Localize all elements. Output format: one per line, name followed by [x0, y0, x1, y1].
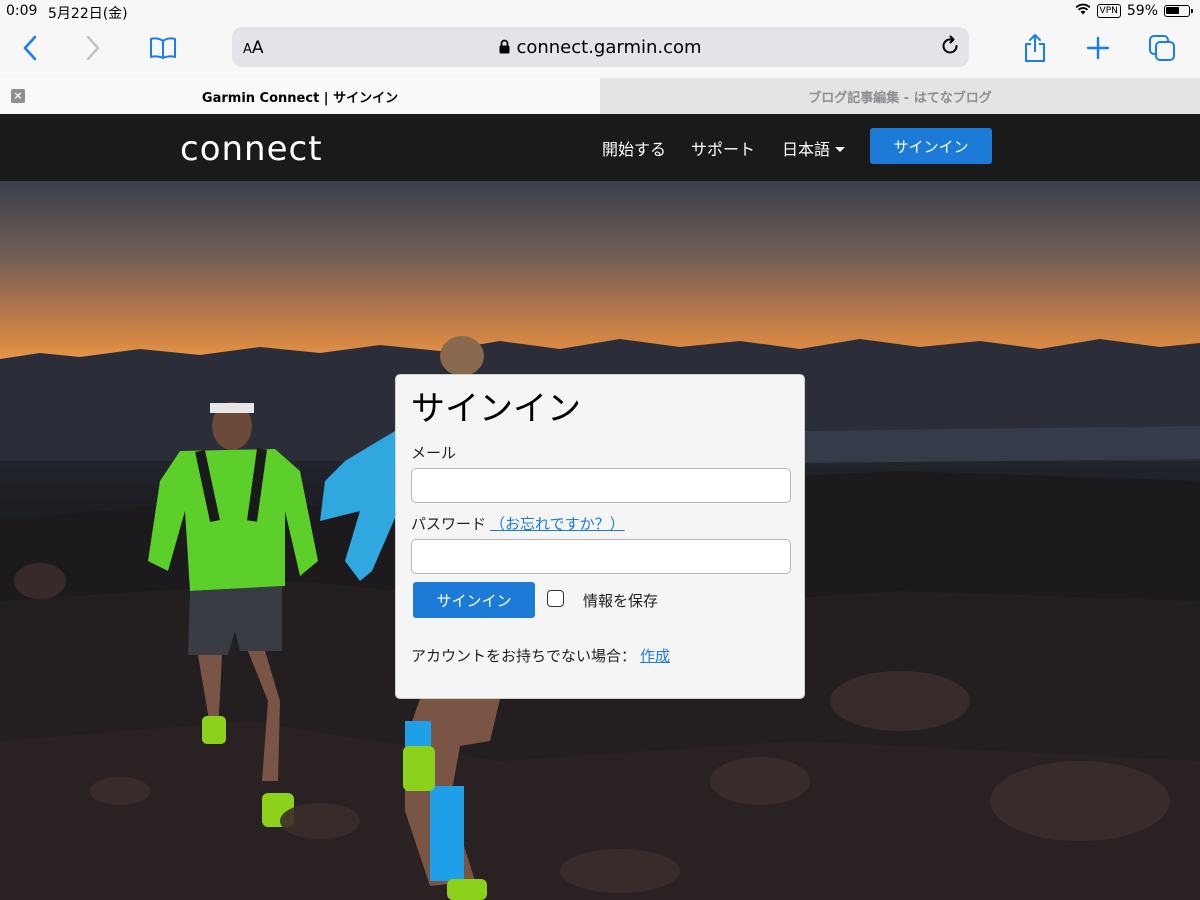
address-bar[interactable]: AA connect.garmin.com: [232, 27, 969, 67]
signin-submit-button[interactable]: サインイン: [413, 582, 535, 618]
tab-label: ブログ記事編集 - はてなブログ: [808, 90, 992, 106]
caret-down-icon: [835, 147, 846, 152]
nav-get-started[interactable]: 開始する: [602, 136, 666, 160]
status-right: VPN 59%: [1075, 3, 1193, 19]
site-header: connect 開始する サポート 日本語 サインイン: [0, 114, 1200, 181]
new-tab-icon[interactable]: [1080, 30, 1116, 66]
language-label: 日本語: [782, 140, 831, 159]
forgot-password-link[interactable]: （お忘れですか？）: [490, 515, 625, 533]
url-display[interactable]: connect.garmin.com: [232, 37, 969, 59]
reload-icon[interactable]: [939, 35, 961, 61]
email-field[interactable]: [411, 468, 791, 503]
tab-label: Garmin Connect | サインイン: [201, 90, 399, 106]
share-icon[interactable]: [1017, 30, 1053, 66]
password-label: パスワード: [411, 515, 487, 533]
header-signin-button[interactable]: サインイン: [870, 128, 992, 164]
vpn-badge: VPN: [1096, 4, 1121, 18]
tab-hatena-blog[interactable]: ブログ記事編集 - はてなブログ: [600, 78, 1200, 114]
back-icon[interactable]: [12, 30, 48, 66]
signin-dialog: サインイン メール パスワード （お忘れですか？） サインイン 情報を保存 アカウ…: [395, 374, 805, 699]
password-field[interactable]: [411, 539, 791, 574]
tab-garmin-connect[interactable]: × Garmin Connect | サインイン: [0, 78, 600, 114]
no-account-text: アカウントをお持ちでない場合：: [411, 647, 637, 665]
screen: 0:09 5月22日(金) VPN 59% AA connect.garmin.…: [0, 0, 1200, 900]
remember-checkbox[interactable]: [547, 590, 564, 607]
close-tab-icon[interactable]: ×: [11, 89, 25, 103]
status-time: 0:09: [6, 3, 38, 19]
url-text: connect.garmin.com: [516, 37, 702, 58]
email-label: メール: [411, 444, 457, 462]
password-label-row: パスワード （お忘れですか？）: [411, 513, 625, 534]
tabs-overview-icon[interactable]: [1144, 30, 1180, 66]
status-bar: 0:09 5月22日(金) VPN 59%: [0, 0, 1200, 24]
language-selector[interactable]: 日本語: [782, 136, 846, 160]
tab-strip: × Garmin Connect | サインイン ブログ記事編集 - はてなブロ…: [0, 78, 1200, 114]
nav-support[interactable]: サポート: [691, 136, 755, 160]
lock-icon: [499, 38, 510, 59]
create-account-link[interactable]: 作成: [640, 647, 670, 665]
connect-logo[interactable]: connect: [180, 129, 323, 169]
status-date: 5月22日(金): [48, 6, 128, 22]
forward-icon[interactable]: [75, 30, 111, 66]
create-account-row: アカウントをお持ちでない場合： 作成: [411, 645, 670, 666]
bookmarks-icon[interactable]: [145, 30, 181, 66]
remember-label: 情報を保存: [583, 592, 659, 610]
browser-toolbar: AA connect.garmin.com: [0, 24, 1200, 78]
battery-percent: 59%: [1126, 3, 1158, 19]
wifi-icon: [1075, 3, 1091, 19]
battery-icon: [1164, 5, 1193, 17]
signin-title: サインイン: [411, 389, 581, 429]
